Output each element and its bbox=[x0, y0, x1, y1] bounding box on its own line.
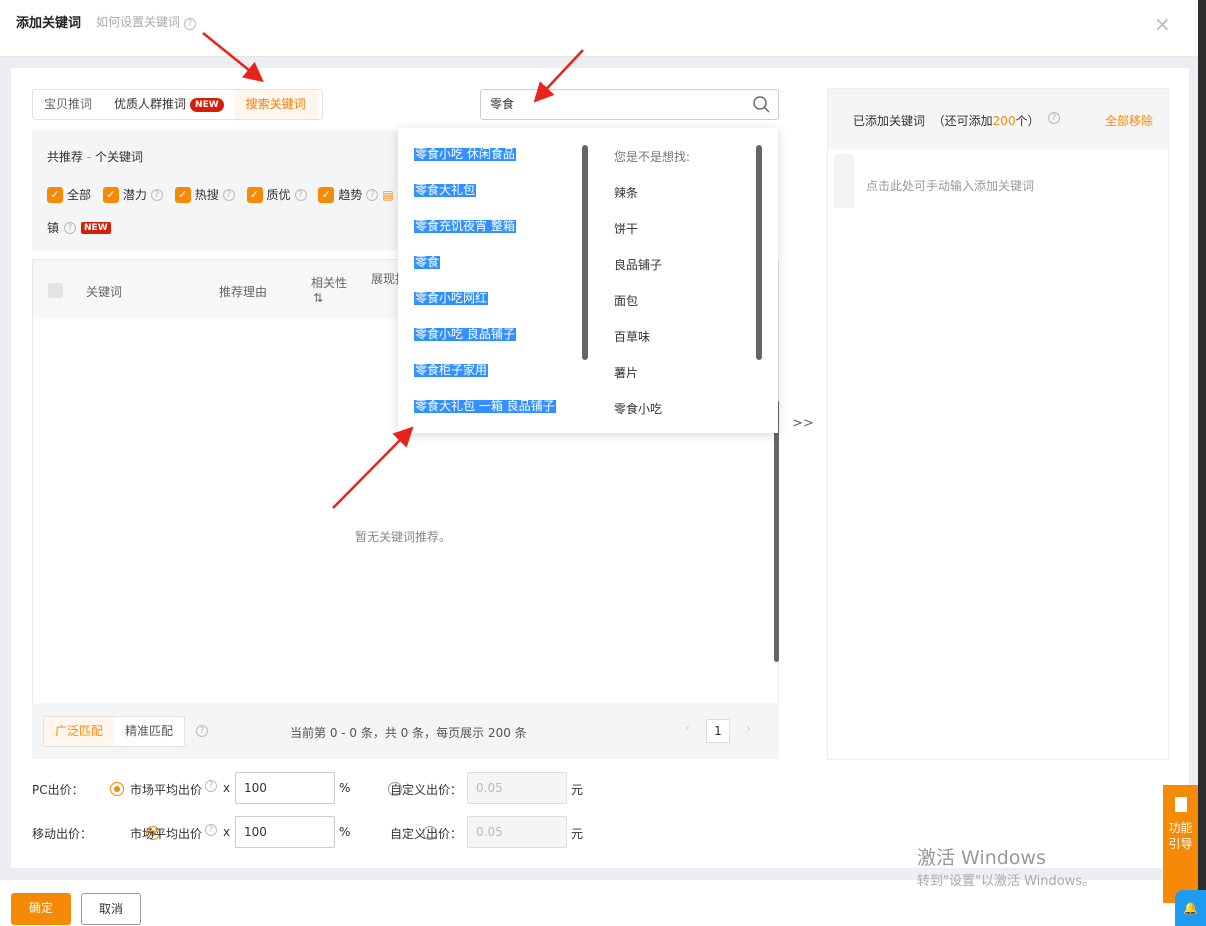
search-dropdown: 您是不是想找: 零食小吃 休闲食品零食大礼包零食充饥夜宵 整箱零食零食小吃网红零… bbox=[398, 128, 778, 433]
did-you-mean-item[interactable]: 百草味 bbox=[614, 328, 650, 345]
bid-percent-input[interactable]: 100 bbox=[235, 772, 335, 804]
multiply-sign: x bbox=[223, 781, 230, 795]
suggestion-item[interactable]: 零食大礼包 bbox=[414, 184, 476, 197]
filter-area: 共推荐 - 个关键词 ✓全部 ✓潜力? ✓热搜? ✓质优? ✓趋势?▤ 镇?NE… bbox=[32, 130, 398, 250]
did-you-mean-item[interactable]: 辣条 bbox=[614, 184, 638, 201]
suggestion-item[interactable]: 零食 bbox=[414, 256, 440, 269]
new-badge: NEW bbox=[81, 222, 111, 234]
document-icon bbox=[1175, 797, 1187, 812]
remove-all-button[interactable]: 全部移除 bbox=[1105, 112, 1153, 129]
percent-sign: % bbox=[339, 781, 350, 795]
did-you-mean-item[interactable]: 良品铺子 bbox=[614, 256, 662, 273]
bid-label: PC出价： bbox=[32, 781, 84, 798]
added-keywords-panel: 已添加关键词 （还可添加200个） ? 全部移除 点击此处可手动输入添加关键词 bbox=[827, 88, 1169, 760]
help-icon: ? bbox=[184, 18, 196, 30]
window-edge bbox=[1198, 0, 1206, 926]
unit-label: 元 bbox=[571, 781, 583, 798]
checkbox-all[interactable]: ✓全部 bbox=[47, 186, 91, 203]
notification-bell-icon[interactable]: 🔔 bbox=[1175, 890, 1206, 926]
page-1[interactable]: 1 bbox=[706, 719, 730, 743]
bid-percent-input[interactable]: 100 bbox=[235, 816, 335, 848]
select-all-checkbox[interactable] bbox=[48, 283, 63, 298]
tab-search-keywords[interactable]: 搜索关键词 bbox=[235, 90, 317, 119]
help-icon: ? bbox=[196, 725, 208, 737]
close-icon[interactable]: × bbox=[1154, 12, 1171, 36]
new-badge: NEW bbox=[190, 98, 224, 112]
added-header: 已添加关键词 （还可添加200个） ? 全部移除 bbox=[828, 89, 1168, 149]
exact-match-tab[interactable]: 精准匹配 bbox=[114, 717, 184, 746]
suggestion-item[interactable]: 零食小吃 良品铺子 bbox=[414, 328, 516, 341]
tab-item-recommend[interactable]: 宝贝推词 bbox=[33, 90, 103, 119]
suggestion-item[interactable]: 零食大礼包 一箱 良品铺子 bbox=[414, 400, 556, 413]
pager-bar: 广泛匹配 精准匹配 ? 当前第 0 - 0 条，共 0 条，每页展示 200 条… bbox=[32, 703, 779, 759]
search-icon bbox=[753, 96, 770, 113]
manual-input-area[interactable]: 点击此处可手动输入添加关键词 bbox=[866, 177, 1034, 194]
source-tabs: 宝贝推词 优质人群推词NEW 搜索关键词 bbox=[32, 89, 323, 120]
empty-text: 暂无关键词推荐。 bbox=[355, 528, 451, 545]
help-link[interactable]: 如何设置关键词 ? bbox=[96, 13, 196, 30]
percent-sign: % bbox=[339, 825, 350, 839]
market-bid-radio[interactable] bbox=[110, 782, 124, 796]
did-you-mean-item[interactable]: 饼干 bbox=[614, 220, 638, 237]
dialog-header: 添加关键词 如何设置关键词 ? × bbox=[0, 0, 1198, 57]
checkbox-potential[interactable]: ✓潜力? bbox=[103, 186, 163, 203]
watermark-sub: 转到"设置"以激活 Windows。 bbox=[917, 870, 1095, 889]
suggestions-scrollbar[interactable] bbox=[582, 145, 588, 360]
feature-guide-button[interactable]: 功能引导 bbox=[1163, 785, 1198, 903]
market-bid-label: 市场平均出价 bbox=[130, 781, 202, 798]
tab-audience-recommend[interactable]: 优质人群推词NEW bbox=[103, 90, 235, 119]
custom-bid-label: 自定义出价： bbox=[390, 825, 462, 842]
custom-bid-input[interactable]: 0.05 bbox=[467, 772, 567, 804]
checkbox-hot[interactable]: ✓热搜? bbox=[175, 186, 235, 203]
scrollbar[interactable] bbox=[774, 400, 779, 662]
suggestion-item[interactable]: 零食柜子家用 bbox=[414, 364, 488, 377]
suggestion-item[interactable]: 零食小吃网红 bbox=[414, 292, 488, 305]
unit-label: 元 bbox=[571, 825, 583, 842]
move-right-button[interactable]: >> bbox=[792, 416, 814, 431]
added-title: 已添加关键词 （还可添加200个） bbox=[853, 112, 1040, 129]
help-icon: ? bbox=[1048, 112, 1060, 124]
did-you-mean-item[interactable]: 薯片 bbox=[614, 364, 638, 381]
suggestion-item[interactable]: 零食小吃 休闲食品 bbox=[414, 148, 516, 161]
dialog-title: 添加关键词 bbox=[16, 12, 81, 31]
note-icon: ▤ bbox=[382, 188, 393, 202]
did-you-mean-item[interactable]: 零食小吃 bbox=[614, 400, 662, 417]
next-page-icon[interactable]: › bbox=[746, 721, 751, 735]
keyword-search-input[interactable]: 零食 bbox=[480, 89, 779, 120]
checkbox-trend[interactable]: ✓趋势?▤ bbox=[318, 186, 393, 203]
market-bid-label: 市场平均出价 bbox=[130, 825, 202, 842]
confirm-button[interactable]: 确定 bbox=[11, 893, 71, 925]
help-icon: ? bbox=[205, 824, 217, 836]
watermark-title: 激活 Windows bbox=[917, 843, 1046, 870]
prev-page-icon[interactable]: ‹ bbox=[685, 721, 690, 735]
sort-icon[interactable]: ⇅ bbox=[313, 291, 323, 305]
multiply-sign: x bbox=[223, 825, 230, 839]
custom-bid-label: 自定义出价： bbox=[390, 781, 462, 798]
recommend-summary: 共推荐 - 个关键词 bbox=[47, 148, 143, 165]
custom-bid-input[interactable]: 0.05 bbox=[467, 816, 567, 848]
bid-label: 移动出价： bbox=[32, 825, 92, 842]
suggestion-item[interactable]: 零食充饥夜宵 整箱 bbox=[414, 220, 516, 233]
broad-match-tab[interactable]: 广泛匹配 bbox=[44, 717, 114, 746]
did-you-mean-scrollbar[interactable] bbox=[756, 145, 762, 360]
did-you-mean-label: 您是不是想找: bbox=[614, 148, 690, 165]
checkbox-quality[interactable]: ✓质优? bbox=[247, 186, 307, 203]
cancel-button[interactable]: 取消 bbox=[81, 893, 141, 925]
help-icon: ? bbox=[205, 780, 217, 792]
did-you-mean-item[interactable]: 面包 bbox=[614, 292, 638, 309]
pager-info: 当前第 0 - 0 条，共 0 条，每页展示 200 条 bbox=[290, 724, 527, 741]
